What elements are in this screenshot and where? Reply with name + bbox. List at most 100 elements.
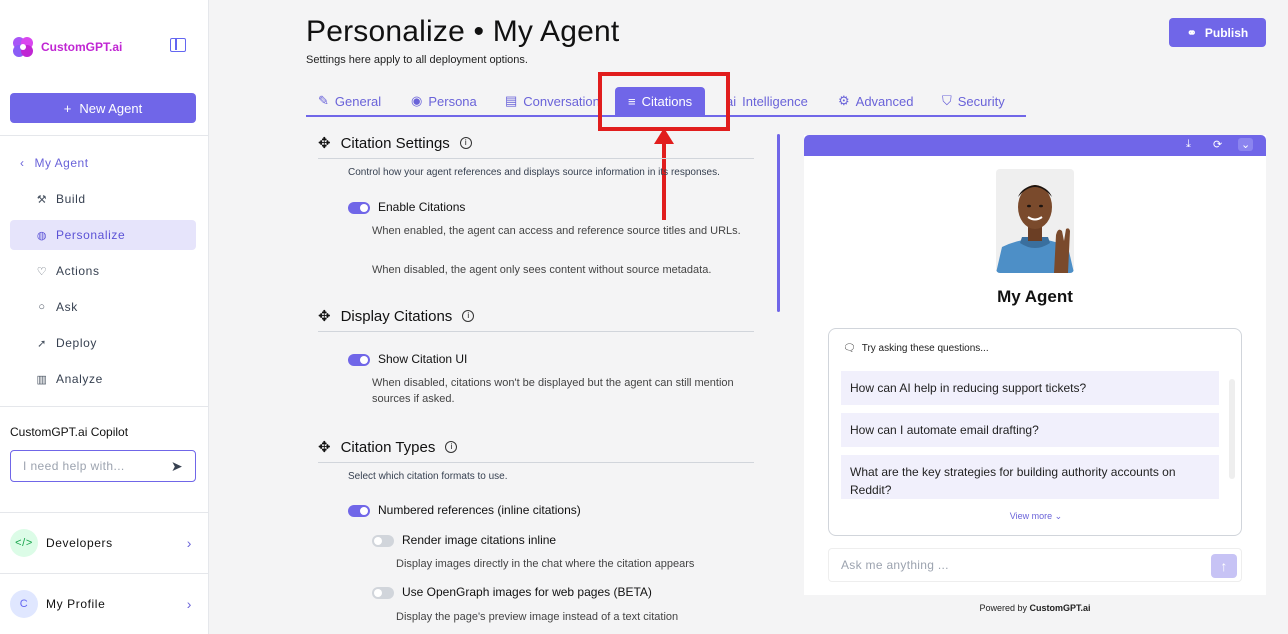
general-icon: ✎ <box>318 93 329 108</box>
toggle-label: Numbered references (inline citations) <box>378 503 581 517</box>
sidebar-item-personalize[interactable]: ◍ Personalize <box>10 220 196 250</box>
drag-handle-icon[interactable]: ✥ <box>318 134 331 152</box>
ask-placeholder: Ask me anything ... <box>841 558 949 572</box>
link-icon: ⚭ <box>1186 25 1197 40</box>
tab-intelligence[interactable]: ai Intelligence <box>726 87 808 115</box>
section-title: ✥ Citation Settings i <box>318 134 472 152</box>
chevron-right-icon: › <box>186 535 192 551</box>
divider <box>0 406 209 407</box>
brain-logo-icon <box>13 37 33 57</box>
page-subtitle: Settings here apply to all deployment op… <box>306 54 528 66</box>
profile-link[interactable]: C My Profile › <box>10 589 196 619</box>
rocket-icon: ➚ <box>37 337 47 350</box>
tab-label: Intelligence <box>742 93 808 109</box>
toggle-label: Render image citations inline <box>402 533 557 547</box>
build-icon: ⚒ <box>36 193 48 206</box>
opengraph-images-toggle[interactable] <box>372 587 394 599</box>
sidebar-item-build[interactable]: ⚒ Build <box>10 184 196 214</box>
render-image-inline-toggle[interactable] <box>372 535 394 547</box>
tab-persona[interactable]: ◉ Persona <box>411 87 477 115</box>
sidebar-item-label: Ask <box>56 300 78 314</box>
tab-general[interactable]: ✎ General <box>318 87 381 115</box>
tab-label: Security <box>957 93 1005 109</box>
sidebar-item-label: Build <box>56 192 86 206</box>
agent-avatar <box>996 169 1074 273</box>
logo[interactable]: CustomGPT.ai <box>10 34 122 60</box>
divider <box>318 462 754 463</box>
copilot-input[interactable]: I need help with... ➤ <box>10 450 196 482</box>
questions-header: 🗨 Try asking these questions... <box>843 343 989 354</box>
tab-security[interactable]: ⛉ Security <box>942 87 1005 115</box>
ask-input[interactable]: Ask me anything ... ↑ <box>828 548 1242 582</box>
suggested-questions: 🗨 Try asking these questions... How can … <box>828 328 1242 536</box>
tab-label: Conversation <box>523 93 600 109</box>
chevron-down-icon[interactable]: ⌄ <box>1238 138 1254 151</box>
sidebar-collapse-icon[interactable] <box>170 38 186 52</box>
preview-toolbar: ⤓ ⟳ ⌄ <box>804 135 1266 156</box>
toggle-label: Show Citation UI <box>378 352 468 366</box>
question-item[interactable]: What are the key strategies for building… <box>841 455 1219 499</box>
highlight-box <box>598 72 730 131</box>
back-to-agent-link[interactable]: ‹ My Agent <box>20 156 89 170</box>
enable-citations-toggle[interactable] <box>348 202 370 214</box>
divider <box>0 135 209 136</box>
sidebar: CustomGPT.ai + New Agent ‹ My Agent ⚒ Bu… <box>0 0 209 634</box>
section-title: ✥ Display Citations i <box>318 307 475 325</box>
section-description: Select which citation formats to use. <box>348 471 508 482</box>
settings-scrollbar[interactable] <box>777 134 780 312</box>
divider <box>318 331 754 332</box>
info-icon[interactable]: i <box>459 137 472 149</box>
info-icon[interactable]: i <box>445 441 458 453</box>
chevron-right-icon: › <box>186 596 192 612</box>
back-label: My Agent <box>34 156 89 170</box>
conversation-icon: ▤ <box>505 93 518 108</box>
send-arrow-icon[interactable]: ↑ <box>1211 554 1237 578</box>
publish-button[interactable]: ⚭ Publish <box>1169 18 1266 47</box>
powered-brand[interactable]: CustomGPT.ai <box>1030 603 1091 613</box>
toggle-label: Enable Citations <box>378 200 466 214</box>
profile-label: My Profile <box>46 597 106 611</box>
new-agent-label: New Agent <box>79 100 143 116</box>
sidebar-item-analyze[interactable]: ▥ Analyze <box>10 364 196 394</box>
tab-conversation[interactable]: ▤ Conversation <box>505 87 600 115</box>
actions-icon: ♡ <box>36 265 48 278</box>
sidebar-item-label: Personalize <box>56 228 126 242</box>
publish-label: Publish <box>1204 25 1249 40</box>
toggle-description: Display the page's preview image instead… <box>396 611 679 623</box>
sidebar-item-actions[interactable]: ♡ Actions <box>10 256 196 286</box>
chat-bubble-icon: 🗨 <box>843 343 856 354</box>
toggle-description: When disabled, the agent only sees conte… <box>372 264 712 276</box>
page-title: Personalize • My Agent <box>306 15 620 48</box>
chat-preview: ⤓ ⟳ ⌄ My Agent 🗨 Try asking these questi… <box>804 135 1266 595</box>
arrow-shaft <box>662 140 666 220</box>
sidebar-item-label: Analyze <box>56 372 103 386</box>
divider <box>0 573 209 574</box>
numbered-references-toggle[interactable] <box>348 505 370 517</box>
chart-icon: ▥ <box>36 373 48 386</box>
sidebar-item-deploy[interactable]: ➚ Deploy <box>10 328 196 358</box>
sidebar-item-ask[interactable]: ○ Ask <box>10 292 196 322</box>
download-icon[interactable]: ⤓ <box>1186 138 1191 151</box>
questions-scrollbar[interactable] <box>1229 379 1235 479</box>
drag-handle-icon[interactable]: ✥ <box>318 307 331 325</box>
toggle-label: Use OpenGraph images for web pages (BETA… <box>402 585 652 599</box>
sidebar-item-label: Actions <box>56 264 100 278</box>
question-item[interactable]: How can I automate email drafting? <box>841 413 1219 447</box>
chat-icon: ○ <box>38 301 46 313</box>
info-icon[interactable]: i <box>462 310 475 322</box>
show-citation-ui-toggle[interactable] <box>348 354 370 366</box>
plus-icon: + <box>63 100 72 116</box>
drag-handle-icon[interactable]: ✥ <box>318 438 331 456</box>
copilot-placeholder: I need help with... <box>23 459 125 473</box>
developers-link[interactable]: </> Developers › <box>10 528 196 558</box>
send-icon[interactable]: ➤ <box>171 458 183 475</box>
tab-advanced[interactable]: ⚙ Advanced <box>838 87 913 115</box>
divider <box>318 158 754 159</box>
new-agent-button[interactable]: + New Agent <box>10 93 196 123</box>
refresh-icon[interactable]: ⟳ <box>1213 138 1222 151</box>
copilot-label: CustomGPT.ai Copilot <box>10 425 129 439</box>
view-more-link[interactable]: View more ⌄ <box>829 511 1243 522</box>
question-item[interactable]: How can AI help in reducing support tick… <box>841 371 1219 405</box>
developers-label: Developers <box>46 536 113 550</box>
sidebar-item-label: Deploy <box>56 336 97 350</box>
